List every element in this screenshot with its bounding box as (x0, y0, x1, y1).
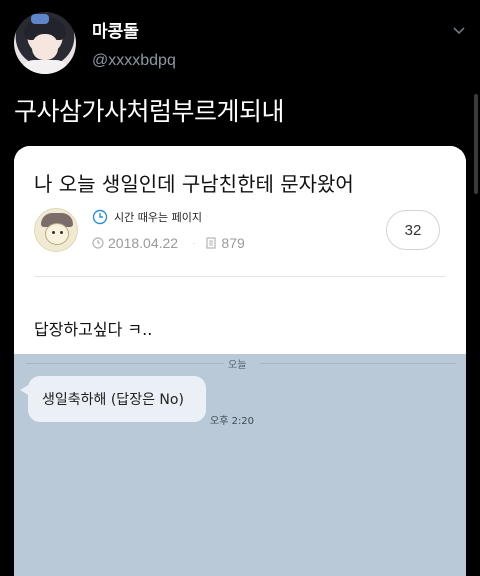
meta-separator: · (192, 237, 196, 249)
document-icon (206, 237, 217, 249)
page-info: 시간 때우는 페이지 (92, 208, 202, 226)
scrollbar[interactable] (474, 94, 478, 194)
page-logo (34, 208, 78, 252)
divider (34, 276, 446, 277)
clock-small-icon (92, 237, 104, 249)
post-title: 나 오늘 생일인데 구남친한테 문자왔어 (34, 172, 354, 196)
post-card: 나 오늘 생일인데 구남친한테 문자왔어 시간 때우는 페이지 2018.04.… (14, 146, 466, 354)
divider (26, 363, 224, 364)
message-bubble: 생일축하해 (답장은 No) (28, 376, 206, 422)
message-text: 생일축하해 (답장은 No) (42, 392, 184, 408)
tweet-header: 마콩돌 @xxxxbdpq (0, 0, 480, 90)
tweet-text: 구사삼가사처럼부르게되내 (14, 97, 285, 126)
post-date: 2018.04.22 (108, 235, 179, 251)
clock-icon (92, 209, 108, 225)
chevron-down-icon[interactable] (452, 24, 466, 38)
chat-area: 오늘 생일축하해 (답장은 No) 오후 2:20 (14, 354, 466, 576)
display-name[interactable]: 마콩돌 (92, 17, 139, 42)
date-divider: 오늘 (228, 360, 247, 371)
message-time: 오후 2:20 (210, 416, 255, 427)
view-count: 879 (221, 235, 245, 251)
post-body: 답장하고싶다 ㅋ.. (34, 320, 153, 339)
comment-count-badge[interactable]: 32 (386, 210, 440, 250)
tweet-image[interactable]: 나 오늘 생일인데 구남친한테 문자왔어 시간 때우는 페이지 2018.04.… (14, 146, 466, 576)
post-meta: 2018.04.22 · 879 (92, 235, 245, 251)
page-name: 시간 때우는 페이지 (114, 211, 202, 224)
divider (260, 363, 456, 364)
user-handle[interactable]: @xxxxbdpq (92, 52, 176, 70)
avatar[interactable] (14, 12, 76, 74)
